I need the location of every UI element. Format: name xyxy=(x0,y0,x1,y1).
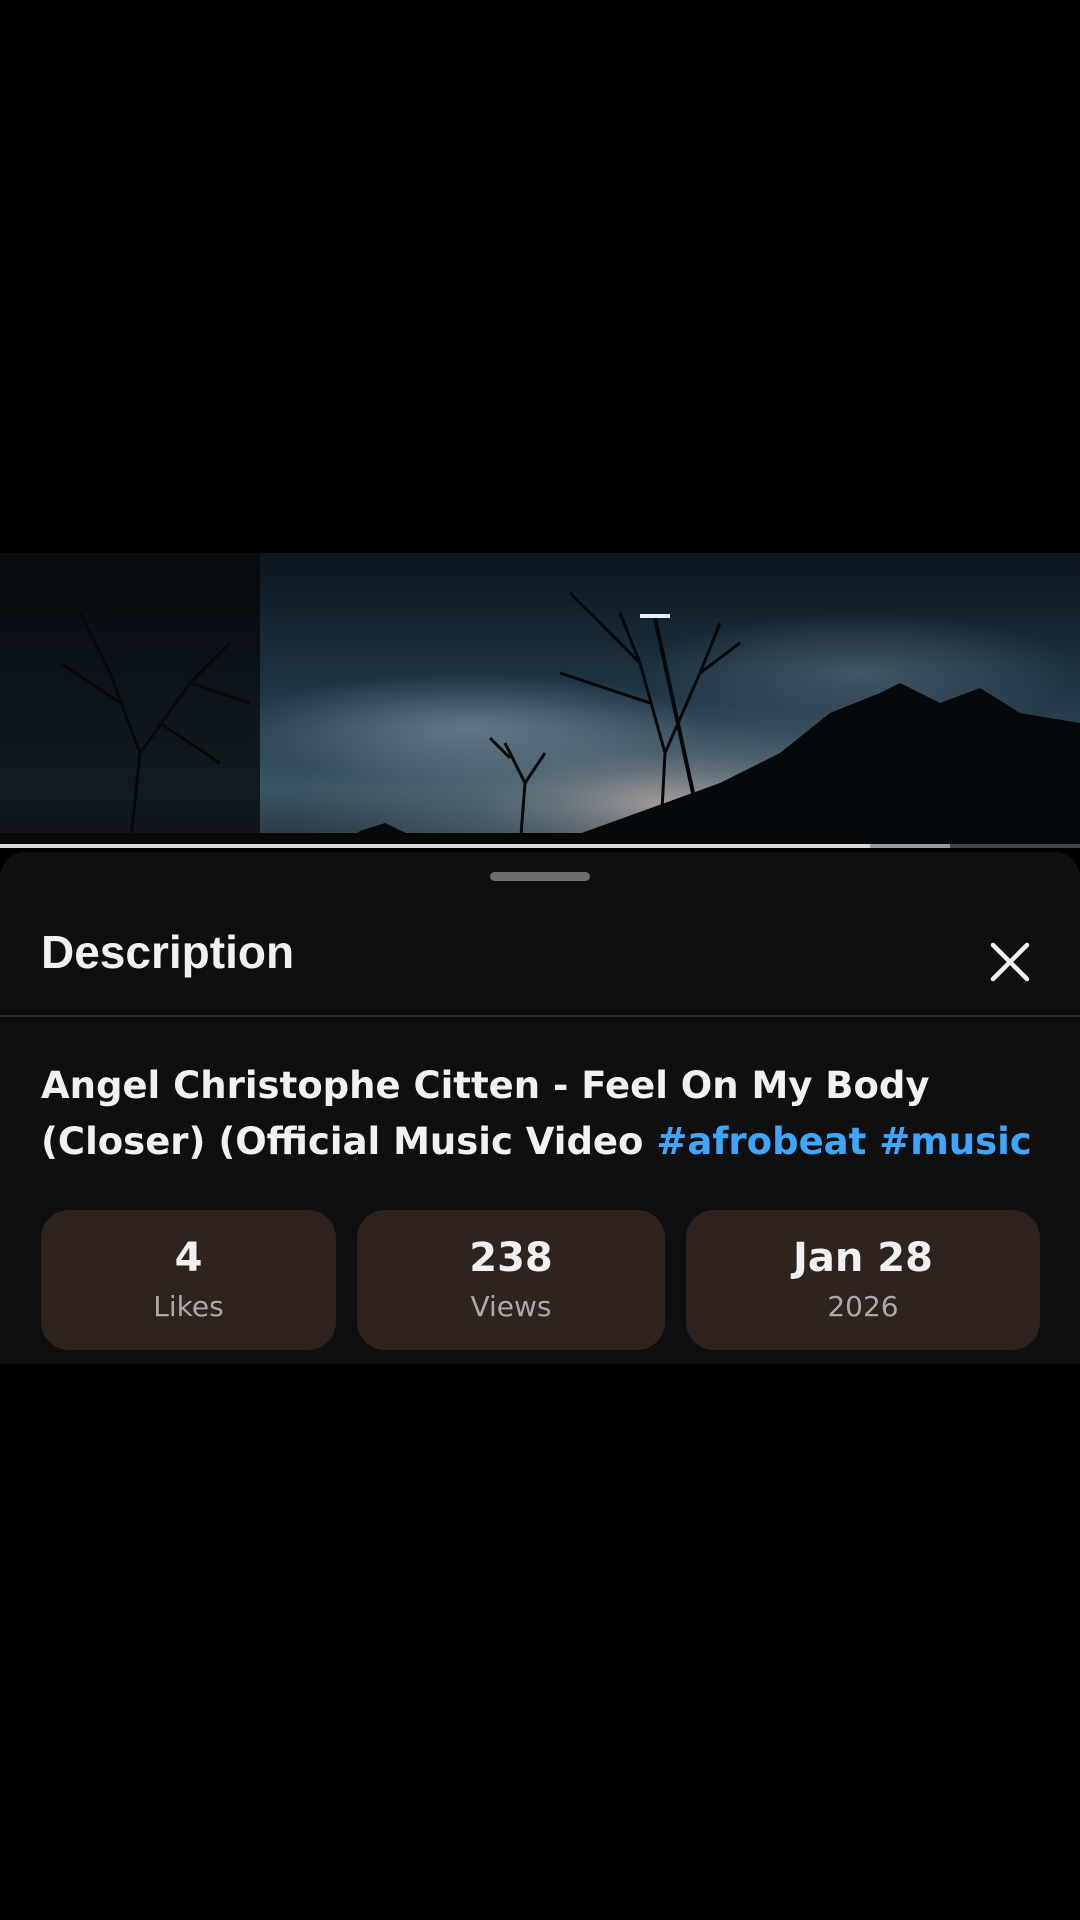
likes-label: Likes xyxy=(153,1290,224,1323)
date-stat-card: Jan 28 2026 xyxy=(686,1210,1040,1350)
description-sheet: Description Angel Christophe Citten - Fe… xyxy=(0,852,1080,1364)
drag-handle[interactable] xyxy=(490,872,590,881)
video-title: Angel Christophe Citten - Feel On My Bod… xyxy=(41,1058,1041,1170)
close-icon xyxy=(990,942,1030,982)
video-thumbnail-image xyxy=(0,553,1080,848)
hashtag-link[interactable]: #music xyxy=(879,1120,1032,1163)
divider xyxy=(0,1015,1080,1017)
video-player[interactable] xyxy=(0,553,1080,848)
likes-count: 4 xyxy=(174,1235,203,1281)
upload-year: 2026 xyxy=(827,1290,899,1323)
video-progress-bar[interactable] xyxy=(0,844,1080,848)
progress-played xyxy=(0,844,871,848)
views-count: 238 xyxy=(469,1235,553,1281)
views-label: Views xyxy=(470,1290,552,1323)
likes-stat-card: 4 Likes xyxy=(41,1210,336,1350)
sheet-title: Description xyxy=(41,926,295,978)
views-stat-card: 238 Views xyxy=(357,1210,665,1350)
close-button[interactable] xyxy=(980,932,1040,992)
upload-date: Jan 28 xyxy=(793,1235,933,1281)
hashtag-link[interactable]: #afrobeat xyxy=(656,1120,866,1163)
